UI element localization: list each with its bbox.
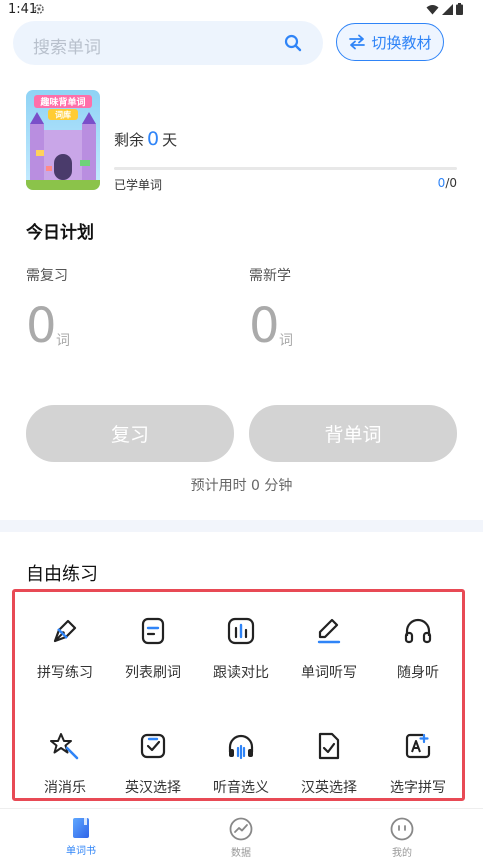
remain-prefix: 剩余 bbox=[114, 131, 145, 149]
remaining-days: 剩余 0 天 bbox=[114, 128, 177, 150]
wifi-icon bbox=[426, 4, 439, 14]
headphones-icon bbox=[401, 614, 435, 648]
learned-words-count: 0/0 bbox=[438, 176, 457, 190]
chart-circle-icon bbox=[229, 817, 253, 841]
gear-icon bbox=[34, 4, 44, 14]
nav-item-data[interactable]: 数据 bbox=[201, 817, 281, 859]
bottom-nav: 单词书 数据 我的 bbox=[0, 808, 483, 859]
learned-total: /0 bbox=[445, 176, 457, 190]
learning-progress-bar bbox=[114, 167, 457, 170]
remain-suffix: 天 bbox=[162, 131, 178, 149]
pencil-icon bbox=[312, 614, 346, 648]
nav-label-data: 数据 bbox=[231, 848, 251, 859]
practice-label: 汉英选择 bbox=[301, 780, 357, 796]
smile-icon bbox=[390, 817, 414, 841]
practice-item-spelling[interactable]: 拼写练习 bbox=[20, 614, 110, 682]
practice-item-list-review[interactable]: 列表刷词 bbox=[108, 614, 198, 682]
new-needed-label: 需新学 bbox=[249, 268, 291, 284]
search-icon[interactable] bbox=[283, 33, 303, 53]
practice-item-listen-choice[interactable]: 听音选义 bbox=[196, 729, 286, 797]
a-plus-icon bbox=[401, 729, 435, 763]
list-doc-icon bbox=[136, 614, 170, 648]
practice-item-match-game[interactable]: 消消乐 bbox=[20, 729, 110, 797]
cover-title-line1: 趣味背单词 bbox=[39, 96, 85, 108]
practice-item-read-compare[interactable]: 跟读对比 bbox=[196, 614, 286, 682]
signal-icon bbox=[442, 3, 453, 15]
practice-label: 拼写练习 bbox=[37, 665, 93, 681]
new-needed-value: 0 bbox=[249, 298, 280, 354]
practice-label: 跟读对比 bbox=[213, 665, 269, 681]
search-input[interactable]: 搜索单词 bbox=[13, 21, 323, 65]
status-icons bbox=[426, 3, 463, 15]
nav-label-mine: 我的 bbox=[392, 848, 412, 859]
switch-textbook-button[interactable]: 切换教材 bbox=[336, 23, 444, 61]
search-placeholder: 搜索单词 bbox=[33, 38, 101, 58]
estimated-time: 预计用时 0 分钟 bbox=[190, 478, 293, 494]
practice-label: 单词听写 bbox=[301, 665, 357, 681]
learn-words-button[interactable]: 背单词 bbox=[249, 405, 457, 462]
practice-item-char-spelling[interactable]: 选字拼写 bbox=[373, 729, 463, 797]
status-bar: 1:41 bbox=[0, 0, 483, 20]
battery-icon bbox=[456, 3, 463, 15]
today-plan-title: 今日计划 bbox=[26, 223, 94, 243]
practice-label: 听音选义 bbox=[213, 780, 269, 796]
swap-arrows-icon bbox=[349, 34, 366, 50]
practice-label: 选字拼写 bbox=[390, 780, 446, 796]
book-cover-image[interactable]: 趣味背单词 词库 bbox=[26, 90, 100, 190]
bar-chart-icon bbox=[224, 614, 258, 648]
free-practice-title: 自由练习 bbox=[26, 564, 98, 585]
review-needed-label: 需复习 bbox=[26, 268, 68, 284]
new-needed-unit: 词 bbox=[279, 333, 293, 349]
practice-item-en-cn-choice[interactable]: 英汉选择 bbox=[108, 729, 198, 797]
learned-words-label: 已学单词 bbox=[114, 178, 163, 192]
review-needed-unit: 词 bbox=[56, 333, 70, 349]
review-needed-value: 0 bbox=[26, 298, 57, 354]
nav-item-wordbook[interactable]: 单词书 bbox=[41, 817, 121, 857]
audio-wave-icon bbox=[224, 729, 258, 763]
book-icon bbox=[73, 818, 89, 838]
check-doc-icon bbox=[312, 729, 346, 763]
pen-nib-icon bbox=[48, 614, 82, 648]
cover-title-line2: 词库 bbox=[55, 110, 71, 120]
section-divider bbox=[0, 520, 483, 532]
check-square-icon bbox=[136, 729, 170, 763]
remain-days-value: 0 bbox=[147, 128, 160, 150]
practice-label: 英汉选择 bbox=[125, 780, 181, 796]
practice-label: 随身听 bbox=[397, 665, 439, 681]
practice-label: 消消乐 bbox=[44, 780, 86, 796]
practice-label: 列表刷词 bbox=[125, 665, 181, 681]
practice-item-listen[interactable]: 随身听 bbox=[373, 614, 463, 682]
nav-item-mine[interactable]: 我的 bbox=[362, 817, 442, 859]
star-wand-icon bbox=[48, 729, 82, 763]
practice-item-cn-en-choice[interactable]: 汉英选择 bbox=[284, 729, 374, 797]
review-button[interactable]: 复习 bbox=[26, 405, 234, 462]
practice-item-dictation[interactable]: 单词听写 bbox=[284, 614, 374, 682]
switch-textbook-label: 切换教材 bbox=[371, 33, 432, 52]
nav-label-wordbook: 单词书 bbox=[66, 846, 96, 857]
